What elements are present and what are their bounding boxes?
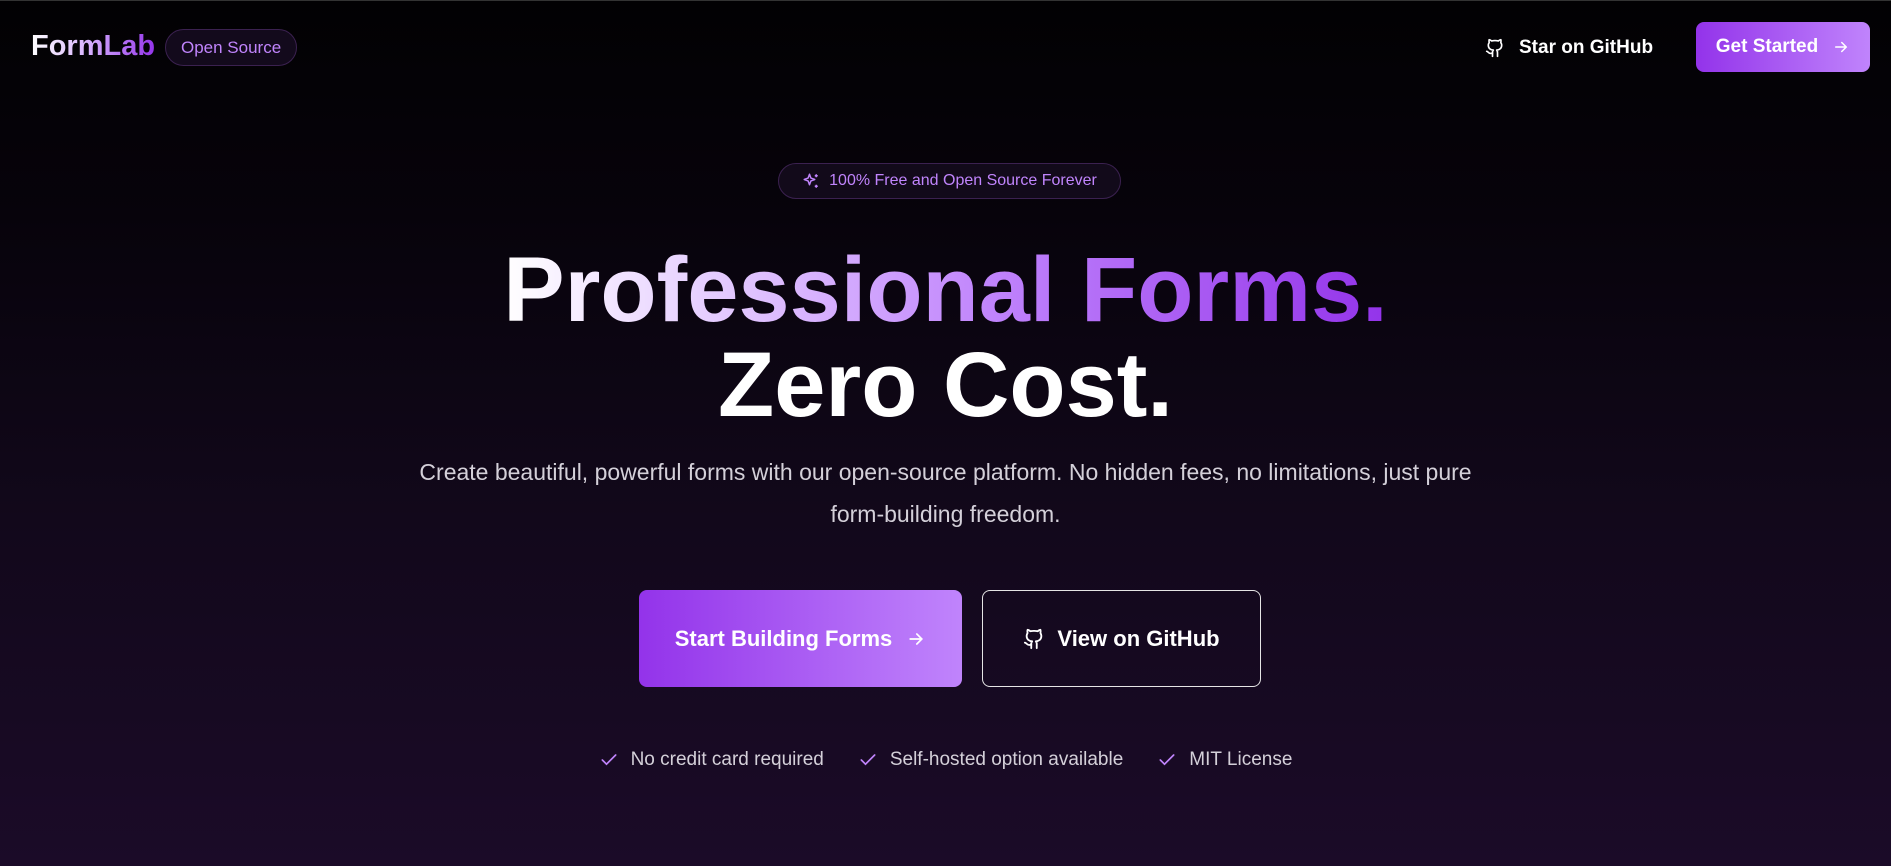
headline-line1: Professional Forms.	[0, 244, 1891, 336]
check-icon	[858, 750, 878, 770]
sparkles-icon	[802, 172, 820, 190]
star-on-github-link[interactable]: Star on GitHub	[1485, 31, 1653, 65]
logo[interactable]: FormLab	[31, 30, 155, 63]
view-on-github-button[interactable]: View on GitHub	[982, 590, 1261, 687]
arrow-right-icon	[1832, 38, 1850, 56]
free-open-source-pill: 100% Free and Open Source Forever	[778, 163, 1121, 199]
check-item: No credit card required	[599, 749, 824, 771]
github-icon	[1023, 627, 1045, 651]
hero-subtitle: Create beautiful, powerful forms with ou…	[419, 459, 1472, 527]
github-icon	[1485, 37, 1505, 59]
arrow-right-icon	[906, 629, 926, 649]
view-on-github-label: View on GitHub	[1057, 625, 1220, 651]
feature-checks: No credit card required Self-hosted opti…	[0, 749, 1891, 771]
start-building-forms-button[interactable]: Start Building Forms	[639, 590, 962, 687]
start-building-label: Start Building Forms	[674, 625, 893, 651]
star-on-github-label: Star on GitHub	[1519, 37, 1654, 58]
check-icon	[599, 750, 619, 770]
get-started-label: Get Started	[1715, 36, 1819, 57]
headline-line2: Zero Cost.	[718, 334, 1173, 436]
get-started-button[interactable]: Get Started	[1696, 22, 1870, 72]
pill-label: 100% Free and Open Source Forever	[829, 172, 1097, 189]
check-label: MIT License	[1189, 749, 1293, 770]
check-label: Self-hosted option available	[889, 749, 1124, 770]
check-label: No credit card required	[630, 749, 824, 770]
check-item: MIT License	[1157, 749, 1292, 771]
check-item: Self-hosted option available	[858, 749, 1123, 771]
headline-line1-text: Professional Forms.	[503, 239, 1388, 341]
check-icon	[1157, 750, 1177, 770]
top-nav: FormLab Open Source Star on GitHub Get S…	[0, 1, 1891, 96]
open-source-badge: Open Source	[165, 29, 298, 66]
